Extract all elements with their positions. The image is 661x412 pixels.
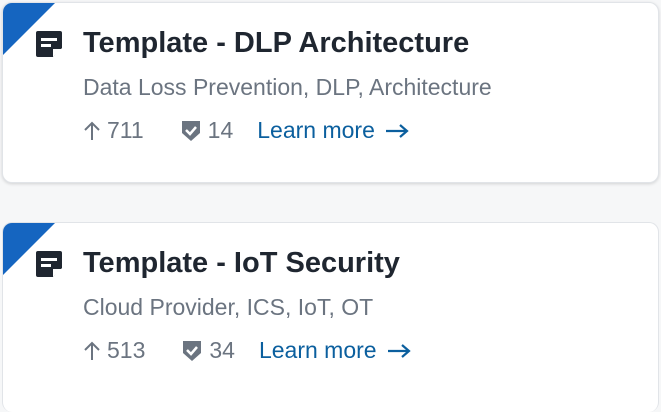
card-tags: Cloud Provider, ICS, IoT, OT xyxy=(83,294,374,320)
learn-more-label: Learn more xyxy=(257,117,375,143)
card-meta: 711 14 Learn more xyxy=(83,117,409,144)
learn-more-label: Learn more xyxy=(258,337,377,363)
verified-count: 14 xyxy=(207,117,234,143)
verified-shield-icon xyxy=(183,340,202,361)
learn-more-link[interactable]: Learn more xyxy=(257,117,409,144)
card-title-row: Template - DLP Architecture xyxy=(33,27,469,60)
card-title[interactable]: Template - IoT Security xyxy=(83,247,400,280)
card-title-row: Template - IoT Security xyxy=(33,247,400,280)
arrow-right-icon xyxy=(385,123,409,138)
template-doc-icon xyxy=(33,248,65,280)
card-title[interactable]: Template - DLP Architecture xyxy=(83,27,469,60)
upvote-count: 513 xyxy=(107,337,146,363)
template-card[interactable]: Template - DLP Architecture Data Loss Pr… xyxy=(2,2,659,183)
upvote-stat[interactable]: 513 xyxy=(83,337,145,364)
arrow-right-icon xyxy=(387,343,411,358)
verified-stat: 14 xyxy=(180,117,234,144)
learn-more-link[interactable]: Learn more xyxy=(259,337,411,364)
arrow-up-icon xyxy=(84,341,100,360)
verified-stat: 34 xyxy=(181,337,235,364)
template-doc-icon xyxy=(33,28,65,60)
upvote-stat[interactable]: 711 xyxy=(83,117,144,144)
upvote-count: 711 xyxy=(107,117,144,143)
template-card[interactable]: Template - IoT Security Cloud Provider, … xyxy=(2,222,659,412)
verified-count: 34 xyxy=(209,337,235,363)
card-tags: Data Loss Prevention, DLP, Architecture xyxy=(83,74,492,100)
card-meta: 513 34 Learn more xyxy=(83,337,411,364)
verified-shield-icon xyxy=(181,120,200,141)
arrow-up-icon xyxy=(84,121,100,140)
